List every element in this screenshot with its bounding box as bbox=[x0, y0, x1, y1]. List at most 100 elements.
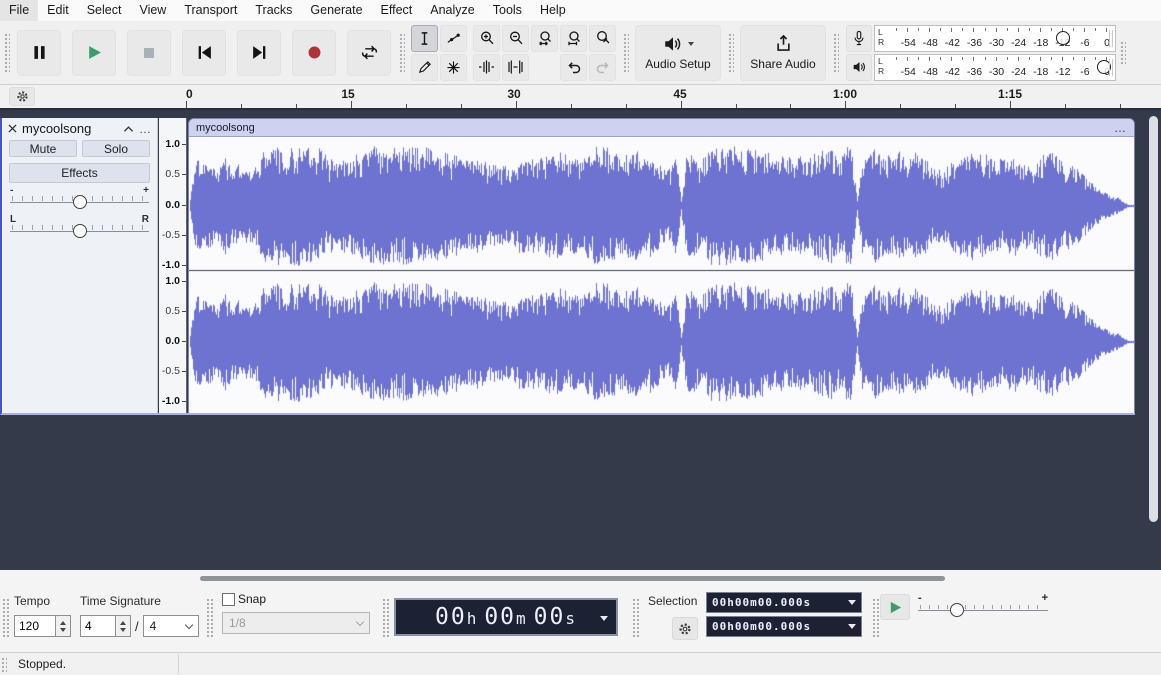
gain-slider[interactable]: - + bbox=[10, 185, 149, 212]
snap-mode-select[interactable]: 1/8 bbox=[222, 612, 370, 634]
vertical-scale-label: 0.5 bbox=[165, 168, 186, 180]
selection-options-button[interactable] bbox=[672, 617, 698, 640]
effects-button[interactable]: Effects bbox=[9, 163, 150, 183]
skip-to-end-button[interactable] bbox=[237, 29, 281, 76]
horizontal-scrollbar[interactable] bbox=[0, 570, 1161, 586]
redo-button[interactable] bbox=[589, 53, 616, 81]
stereo-waveform[interactable] bbox=[189, 137, 1134, 413]
zoom-toggle-button[interactable] bbox=[589, 24, 616, 52]
horizontal-scrollbar-thumb[interactable] bbox=[200, 576, 945, 581]
menu-item[interactable]: View bbox=[130, 0, 175, 21]
menu-item[interactable]: Generate bbox=[301, 0, 371, 21]
menu-item[interactable]: Transport bbox=[175, 0, 246, 21]
vertical-scale-label: 0.0 bbox=[165, 335, 186, 347]
menu-item[interactable]: Edit bbox=[38, 0, 78, 21]
fit-selection-button[interactable] bbox=[531, 24, 558, 52]
pan-slider[interactable]: L R bbox=[10, 214, 149, 241]
share-audio-toolbar-grip[interactable] bbox=[727, 31, 734, 74]
recording-meter-options-button[interactable] bbox=[846, 24, 872, 52]
zoom-in-button[interactable] bbox=[473, 24, 500, 52]
snap-checkbox[interactable] bbox=[222, 592, 235, 606]
skip-to-start-button[interactable] bbox=[182, 29, 226, 76]
time-format-dropdown-icon[interactable] bbox=[600, 616, 608, 621]
track-menu-button[interactable]: … bbox=[139, 123, 151, 135]
meter-resize-grip[interactable] bbox=[1109, 29, 1113, 47]
menu-item[interactable]: File bbox=[0, 0, 39, 21]
menu-item[interactable]: Analyze bbox=[421, 0, 483, 21]
play-at-speed-toolbar-grip[interactable] bbox=[872, 598, 879, 638]
trim-audio-button[interactable] bbox=[473, 53, 500, 81]
time-signature-toolbar-grip[interactable] bbox=[2, 598, 9, 638]
trim-audio-icon bbox=[479, 60, 494, 74]
pan-slider-thumb[interactable] bbox=[72, 224, 87, 238]
dock-grip[interactable] bbox=[1119, 39, 1126, 66]
skip-to-end-icon bbox=[252, 46, 265, 59]
selection-toolbar-grip[interactable] bbox=[632, 598, 639, 638]
play-at-speed-button[interactable] bbox=[880, 594, 910, 620]
meter-toolbar-grip[interactable] bbox=[832, 31, 839, 74]
menu-item[interactable]: Tools bbox=[484, 0, 531, 21]
zoom-out-button[interactable] bbox=[502, 24, 529, 52]
recording-meter[interactable]: LR -54-48-42-36-30-24-18-12-60 bbox=[874, 24, 1116, 52]
transport-toolbar-grip[interactable] bbox=[3, 31, 10, 74]
close-track-button[interactable] bbox=[8, 124, 17, 133]
clip-menu-button[interactable]: … bbox=[1114, 121, 1127, 135]
mute-button[interactable]: Mute bbox=[9, 140, 77, 157]
gear-icon bbox=[16, 91, 28, 102]
pause-button[interactable] bbox=[17, 29, 61, 76]
collapse-track-button[interactable] bbox=[123, 125, 134, 133]
track-canvas-area[interactable]: mycoolsong … Mute Solo Effects - + L R 1… bbox=[0, 110, 1161, 570]
timeline-ruler[interactable]: 0 15 30 45 1:00 1:15 bbox=[0, 85, 1161, 110]
bottom-toolbar-dock: Tempo Time Signature / 4 bbox=[0, 586, 1161, 652]
undo-button[interactable] bbox=[560, 53, 587, 81]
playback-meter-options-button[interactable] bbox=[846, 53, 872, 81]
tools-toolbar-grip[interactable] bbox=[398, 31, 405, 74]
play-button[interactable] bbox=[72, 29, 116, 76]
selection-tool-button[interactable] bbox=[411, 24, 438, 52]
meter-channel-labels: LR bbox=[878, 56, 885, 76]
audio-clip[interactable]: mycoolsong … bbox=[188, 118, 1135, 413]
record-button[interactable] bbox=[292, 29, 336, 76]
time-signature-spinner[interactable] bbox=[116, 615, 131, 637]
meter-resize-grip[interactable] bbox=[1109, 58, 1113, 76]
tempo-spinner[interactable] bbox=[56, 615, 71, 637]
time-toolbar-grip[interactable] bbox=[382, 598, 389, 638]
tempo-input[interactable] bbox=[14, 615, 56, 637]
menu-item[interactable]: Effect bbox=[372, 0, 422, 21]
menu-item[interactable]: Help bbox=[531, 0, 575, 21]
clip-header[interactable]: mycoolsong … bbox=[189, 119, 1134, 137]
solo-button[interactable]: Solo bbox=[82, 140, 150, 157]
track-mycoolsong: mycoolsong … Mute Solo Effects - + L R 1… bbox=[0, 118, 1135, 415]
snapping-toolbar-grip[interactable] bbox=[206, 598, 213, 638]
draw-tool-button[interactable] bbox=[411, 53, 438, 81]
silence-audio-button[interactable] bbox=[502, 53, 529, 81]
vertical-scrollbar-thumb[interactable] bbox=[1149, 116, 1158, 522]
stop-button[interactable] bbox=[127, 29, 171, 76]
loop-button[interactable] bbox=[347, 29, 391, 76]
time-signature-lower-select[interactable]: 4 bbox=[142, 615, 199, 637]
multi-tool-button[interactable] bbox=[440, 53, 467, 81]
tools-toolbar bbox=[411, 24, 467, 81]
audio-setup-toolbar-grip[interactable] bbox=[622, 31, 629, 74]
vertical-scale-ruler[interactable]: 1.0 0.5 0.0 -0.5 -1.0 1.0 0.5 0.0 -0.5 -1.0 bbox=[159, 118, 187, 413]
speed-slider-thumb[interactable] bbox=[950, 603, 964, 617]
selection-start-field[interactable]: 00h00m00.000s bbox=[706, 592, 862, 613]
audio-setup-button[interactable]: Audio Setup bbox=[635, 24, 721, 81]
menu-item[interactable]: Select bbox=[78, 0, 131, 21]
gain-slider-thumb[interactable] bbox=[72, 195, 87, 209]
playback-speed-slider[interactable]: - + bbox=[918, 592, 1048, 624]
ruler-time-label: 30 bbox=[507, 87, 521, 101]
transport-toolbar bbox=[17, 29, 391, 76]
share-audio-button[interactable]: Share Audio bbox=[740, 24, 826, 81]
envelope-tool-button[interactable] bbox=[440, 24, 467, 52]
track-title[interactable]: mycoolsong bbox=[22, 121, 118, 136]
playback-meter[interactable]: LR -54-48-42-36-30-24-18-12-60 bbox=[874, 53, 1116, 81]
timeline-options-button[interactable] bbox=[9, 87, 35, 106]
fit-project-button[interactable] bbox=[560, 24, 587, 52]
vertical-scale-label: -0.5 bbox=[161, 229, 187, 241]
audio-position-display[interactable]: 00h 00m 00s bbox=[394, 598, 618, 636]
menu-item[interactable]: Tracks bbox=[246, 0, 301, 21]
meter-volume-slider-thumb[interactable] bbox=[1055, 31, 1070, 45]
selection-end-field[interactable]: 00h00m00.000s bbox=[706, 616, 862, 637]
time-signature-upper-input[interactable] bbox=[80, 615, 116, 637]
